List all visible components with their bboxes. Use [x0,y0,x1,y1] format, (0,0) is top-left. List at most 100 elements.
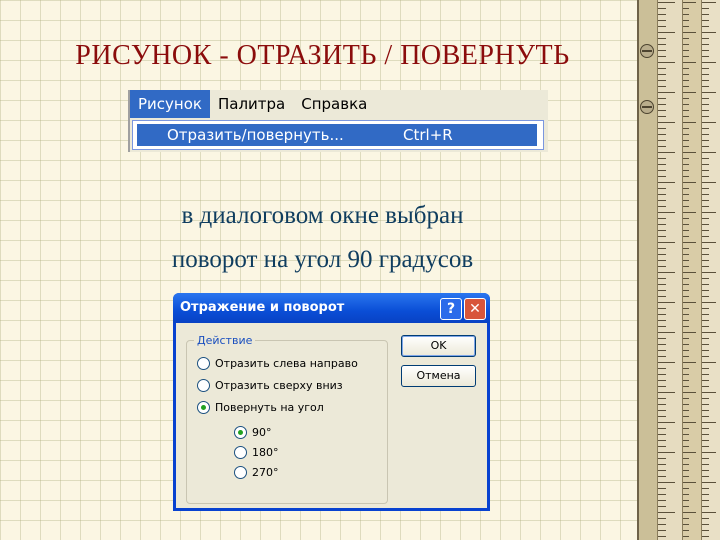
close-button[interactable]: ✕ [464,298,486,320]
screw-icon [640,44,654,58]
ruler-tick [683,446,690,447]
ruler-tick [702,410,709,411]
ruler-tick [683,332,696,333]
ruler-tick [702,278,709,279]
ruler-tick [702,404,709,405]
ruler-tick [702,92,716,93]
option-flip-vertical[interactable]: Отразить сверху вниз [197,379,343,392]
ruler-tick [658,470,667,471]
ruler-tick [702,422,716,423]
ruler-tick [702,380,709,381]
menu-spravka[interactable]: Справка [293,90,375,118]
ruler-tick [658,224,667,225]
help-button[interactable]: ? [440,298,462,320]
ruler-tick [658,50,667,51]
ruler-tick [683,350,690,351]
ruler-tick [702,38,709,39]
angle-180[interactable]: 180° [234,446,279,459]
ruler-tick [658,404,667,405]
ruler-tick [683,206,690,207]
radio-button[interactable] [234,466,247,479]
ruler-tick [702,332,716,333]
ruler-tick [702,272,716,273]
ruler-tick [683,176,690,177]
ruler-tick [683,248,690,249]
ruler-tick [658,290,667,291]
ruler-tick [702,230,709,231]
ruler-tick [683,146,690,147]
ruler-tick [683,482,696,483]
ruler-tick [683,20,690,21]
ruler-tick [683,170,690,171]
ruler-tick [658,62,675,63]
ruler-tick [702,530,709,531]
option-flip-horizontal[interactable]: Отразить слева направо [197,357,358,370]
ruler-tick [702,524,709,525]
ruler-tick [658,518,667,519]
radio-button[interactable] [197,379,210,392]
ruler-tick [658,272,675,273]
ruler-tick [683,86,690,87]
ruler-tick [702,110,709,111]
ruler-tick [658,44,667,45]
menu-palitra[interactable]: Палитра [210,90,293,118]
ruler-tick [658,170,667,171]
dialog-titlebar[interactable]: Отражение и поворот ? ✕ [173,293,490,323]
ruler-tick [683,110,690,111]
ruler-tick [658,20,667,21]
ruler-tick [702,518,709,519]
ruler-tick [658,230,667,231]
ruler-tick [658,440,667,441]
radio-button-checked[interactable] [197,401,210,414]
ruler-tick [702,164,709,165]
cancel-button[interactable]: Отмена [401,365,476,387]
ruler-tick [658,68,667,69]
menu-risunok[interactable]: Рисунок [130,90,210,118]
ruler-tick [658,362,675,363]
ok-button[interactable]: OK [401,335,476,357]
option-label: Отразить слева направо [215,357,358,370]
radio-button[interactable] [234,446,247,459]
radio-button-checked[interactable] [234,426,247,439]
ruler-tick [702,350,709,351]
ruler-tick [683,302,696,303]
dropdown-menu: Отразить/повернуть... Ctrl+R [132,120,544,150]
ruler-tick [683,290,690,291]
ruler-tick [702,224,709,225]
ruler-tick [658,368,667,369]
angle-90[interactable]: 90° [234,426,272,439]
angle-270[interactable]: 270° [234,466,279,479]
ruler-tick [702,326,709,327]
ruler-tick [683,440,690,441]
ruler-tick [658,116,667,117]
ruler-tick [658,266,667,267]
ruler-tick [683,8,690,9]
ruler-tick [683,188,690,189]
ruler-tick [702,62,716,63]
ruler-tick [683,308,690,309]
ruler-tick [702,284,709,285]
ruler-tick [683,104,690,105]
ruler-tick [683,428,690,429]
ruler-tick [702,512,716,513]
ruler-tick [658,464,667,465]
ruler-tick [658,308,667,309]
ruler-tick [702,122,716,123]
ruler-tick [683,392,696,393]
radio-button[interactable] [197,357,210,370]
ruler-tick [683,242,696,243]
ruler-tick [658,98,667,99]
ruler-tick [683,368,690,369]
ruler-tick [702,104,709,105]
ruler-tick [702,188,709,189]
ruler-tick [702,50,709,51]
ruler-tick [702,356,709,357]
option-rotate[interactable]: Повернуть на угол [197,401,324,414]
ruler-tick [702,458,709,459]
menu-item-flip-rotate[interactable]: Отразить/повернуть... Ctrl+R [137,124,537,146]
ruler-tick [683,296,690,297]
ruler-tick [702,158,709,159]
ruler-tick [702,428,709,429]
ruler-tick [658,206,667,207]
ruler-tick [683,398,690,399]
